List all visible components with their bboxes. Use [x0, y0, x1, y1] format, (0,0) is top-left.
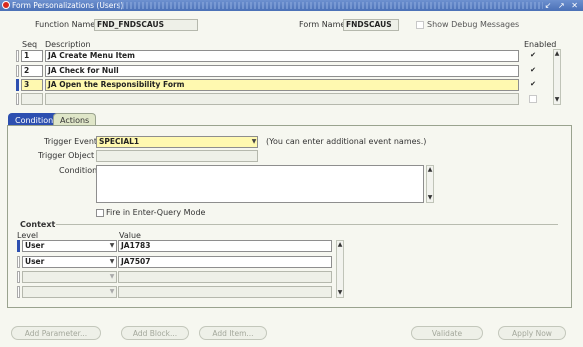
seq-field[interactable]: 1 [21, 50, 43, 62]
context-value-field[interactable]: JA1783 [118, 240, 332, 252]
enabled-checkbox[interactable]: ✔ [529, 81, 537, 89]
grid-scrollbar[interactable]: ▲ ▼ [553, 49, 561, 105]
description-field[interactable] [45, 93, 519, 105]
row-indicator[interactable] [16, 93, 19, 105]
value-column-header: Value [119, 231, 141, 240]
description-column-header: Description [45, 40, 91, 49]
row-indicator[interactable] [17, 286, 20, 298]
show-debug-checkbox[interactable] [416, 21, 424, 29]
chevron-down-icon[interactable]: ▼ [108, 256, 116, 268]
form-name-field[interactable]: FNDSCAUS [343, 19, 399, 31]
trigger-hint: (You can enter additional event names.) [266, 137, 427, 146]
row-indicator-current[interactable] [17, 240, 20, 252]
context-value-field[interactable]: JA7507 [118, 256, 332, 268]
condition-scrollbar[interactable]: ▲ ▼ [426, 165, 434, 203]
scroll-down-icon[interactable]: ▼ [554, 96, 560, 104]
context-level-field[interactable]: User [22, 240, 117, 252]
oracle-app-icon [2, 1, 10, 9]
trigger-event-label: Trigger Event [44, 137, 98, 146]
scroll-up-icon[interactable]: ▲ [337, 241, 343, 249]
context-divider [56, 224, 558, 225]
apply-now-button[interactable]: Apply Now [498, 326, 566, 340]
description-field[interactable]: JA Create Menu Item [45, 50, 519, 62]
chevron-down-icon[interactable]: ▼ [108, 240, 116, 252]
scroll-up-icon[interactable]: ▲ [427, 166, 433, 174]
row-indicator[interactable] [16, 65, 19, 77]
function-name-field[interactable]: FND_FNDSCAUS [94, 19, 198, 31]
enabled-checkbox[interactable] [529, 95, 537, 103]
context-value-field[interactable] [118, 271, 332, 283]
context-value-field[interactable] [118, 286, 332, 298]
enabled-column-header: Enabled [524, 40, 557, 49]
add-item-button[interactable]: Add Item... [199, 326, 267, 340]
context-level-field[interactable] [22, 286, 117, 298]
fire-enter-query-checkbox[interactable] [96, 209, 104, 217]
trigger-object-label: Trigger Object [38, 151, 95, 160]
description-field[interactable]: JA Check for Null [45, 65, 519, 77]
row-indicator[interactable] [17, 256, 20, 268]
context-title: Context [20, 220, 56, 229]
chevron-down-icon[interactable]: ▼ [250, 136, 258, 148]
window-controls[interactable]: ↙ ↗ ✕ [545, 0, 580, 11]
seq-field[interactable]: 2 [21, 65, 43, 77]
scroll-down-icon[interactable]: ▼ [427, 194, 433, 202]
window-title: Form Personalizations (Users) [12, 1, 124, 10]
seq-field[interactable] [21, 93, 43, 105]
seq-field[interactable]: 3 [21, 79, 43, 91]
chevron-down-icon[interactable]: ▼ [108, 286, 116, 298]
enabled-checkbox[interactable]: ✔ [529, 52, 537, 60]
window-titlebar: Form Personalizations (Users) ↙ ↗ ✕ [0, 0, 583, 11]
validate-button[interactable]: Validate [411, 326, 483, 340]
context-level-field[interactable]: User [22, 256, 117, 268]
description-field[interactable]: JA Open the Responsibility Form [45, 79, 519, 91]
trigger-object-field[interactable] [96, 150, 258, 162]
add-parameter-button[interactable]: Add Parameter... [11, 326, 101, 340]
fire-enter-query-label: Fire in Enter-Query Mode [106, 208, 206, 217]
form-name-label: Form Name [299, 20, 346, 29]
context-scrollbar[interactable]: ▲ ▼ [336, 240, 344, 298]
trigger-event-field[interactable]: SPECIAL1 [96, 136, 258, 148]
scroll-down-icon[interactable]: ▼ [337, 289, 343, 297]
function-name-label: Function Name [35, 20, 96, 29]
condition-textarea[interactable] [96, 165, 424, 203]
condition-label: Condition [59, 166, 98, 175]
level-column-header: Level [17, 231, 39, 240]
context-level-field[interactable] [22, 271, 117, 283]
row-indicator[interactable] [17, 271, 20, 283]
row-indicator-current[interactable] [16, 79, 19, 91]
scroll-up-icon[interactable]: ▲ [554, 50, 560, 58]
show-debug-label: Show Debug Messages [427, 20, 520, 29]
titlebar-pattern [118, 2, 543, 9]
row-indicator[interactable] [16, 50, 19, 62]
seq-column-header: Seq [22, 40, 38, 49]
add-block-button[interactable]: Add Block... [121, 326, 189, 340]
chevron-down-icon[interactable]: ▼ [108, 271, 116, 283]
enabled-checkbox[interactable]: ✔ [529, 67, 537, 75]
